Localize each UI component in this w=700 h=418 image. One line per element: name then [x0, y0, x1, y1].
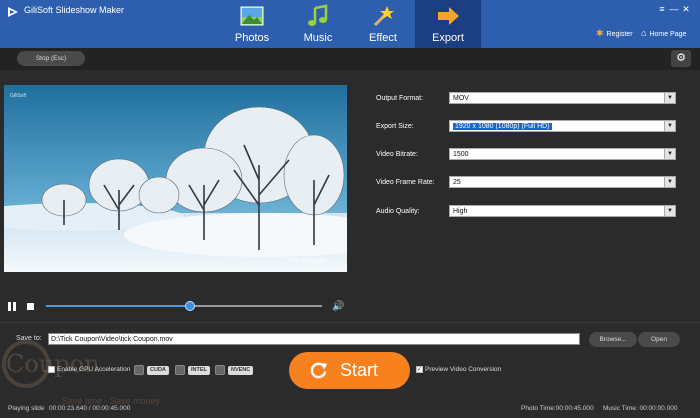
gpu-chip-icon — [175, 365, 185, 375]
open-button[interactable]: Open — [638, 332, 680, 347]
register-label: Register — [606, 31, 633, 38]
pause-icon[interactable] — [8, 302, 17, 311]
preview-conversion-checkbox[interactable]: ✓ Preview Video Conversion — [416, 366, 501, 373]
coupon-watermark: Coupon — [6, 350, 100, 378]
intel-badge: INTEL — [188, 366, 210, 375]
register-link[interactable]: ✱ Register — [596, 28, 633, 39]
playback-state: Playing slide — [8, 405, 45, 412]
music-note-icon — [308, 4, 328, 26]
tab-photos-label: Photos — [234, 32, 270, 44]
volume-icon[interactable]: 🔊 — [332, 301, 344, 312]
chevron-down-icon: ▼ — [664, 93, 675, 103]
output-format-value: MOV — [453, 95, 469, 102]
preview-conversion-label: Preview Video Conversion — [425, 366, 502, 374]
frame-rate-label: Video Frame Rate: — [376, 179, 435, 186]
app-title: GiliSoft Slideshow Maker — [24, 5, 125, 15]
key-icon: ✱ — [596, 28, 604, 38]
tab-effect[interactable]: Effect — [350, 0, 416, 48]
playback-time: 00:00:23.640 / 00:00:45.000 — [49, 405, 131, 412]
playback-handle[interactable] — [184, 301, 195, 311]
preview-logo: GiliSoft — [10, 93, 27, 99]
gpu-chip-icon — [215, 365, 225, 375]
chevron-down-icon: ▼ — [664, 177, 675, 187]
close-icon[interactable]: ✕ — [680, 4, 692, 15]
save-path-input[interactable]: D:\Tick Coupon\Video\tick Coupon.mov — [48, 333, 580, 345]
status-bar: Playing slide 00:00:23.640 / 00:00:45.00… — [0, 402, 700, 418]
save-to-label: Save to: — [16, 335, 42, 342]
gpu-acceleration-checkbox[interactable]: Enable GPU Acceleration — [48, 366, 130, 373]
browse-button[interactable]: Browse... — [589, 332, 637, 347]
photos-icon — [240, 6, 264, 26]
stop-button[interactable]: Stop (Esc) — [17, 51, 85, 66]
start-button[interactable]: Start — [289, 352, 410, 389]
checkbox-icon[interactable] — [48, 366, 55, 373]
start-label: Start — [340, 360, 379, 380]
tab-music[interactable]: Music — [285, 0, 351, 48]
refresh-icon — [310, 362, 328, 379]
preview-image — [4, 85, 347, 272]
home-page-label: Home Page — [649, 31, 687, 38]
tab-photos[interactable]: Photos — [219, 0, 285, 48]
audio-quality-select[interactable]: High ▼ — [449, 205, 676, 217]
output-format-label: Output Format: — [376, 95, 424, 102]
chevron-down-icon: ▼ — [664, 206, 675, 216]
app-logo-icon — [8, 7, 18, 17]
window-controls: ≡ — ✕ — [656, 4, 692, 15]
export-size-select[interactable]: 1920 x 1080 (1080p) (Full HD) ▼ — [449, 120, 676, 132]
gpu-acceleration-label: Enable GPU Acceleration — [57, 366, 131, 374]
preview-watermark: Tick Coupon — [287, 258, 327, 265]
export-size-label: Export Size: — [376, 123, 414, 130]
playback-progress — [46, 305, 190, 307]
toolbar — [0, 48, 700, 70]
chevron-down-icon: ▼ — [664, 149, 675, 159]
tab-music-label: Music — [303, 32, 333, 44]
gear-icon: ⚙ — [676, 52, 686, 64]
magic-wand-icon — [373, 6, 394, 27]
audio-quality-value: High — [453, 208, 468, 215]
arrow-right-icon — [438, 7, 459, 25]
cuda-badge: CUDA — [147, 366, 169, 375]
output-format-select[interactable]: MOV ▼ — [449, 92, 676, 104]
photo-time: Photo Time:00:00:45.000 — [521, 405, 594, 412]
export-size-value: 1920 x 1080 (1080p) (Full HD) — [453, 123, 552, 130]
playback-slider[interactable] — [46, 301, 322, 311]
stop-icon[interactable] — [27, 303, 34, 310]
minimize-icon[interactable]: — — [668, 4, 680, 14]
nvenc-badge: NVENC — [228, 366, 254, 375]
frame-rate-select[interactable]: 25 ▼ — [449, 176, 676, 188]
video-bitrate-label: Video Bitrate: — [376, 151, 418, 158]
audio-quality-label: Audio Quality: — [376, 208, 420, 215]
chevron-down-icon: ▼ — [664, 121, 675, 131]
home-page-link[interactable]: ⌂ Home Page — [641, 28, 686, 38]
tab-export-label: Export — [432, 32, 464, 44]
checkmark-icon[interactable]: ✓ — [416, 366, 423, 373]
gpu-chip-icon — [134, 365, 144, 375]
tab-export[interactable]: Export — [415, 0, 481, 48]
menu-icon[interactable]: ≡ — [656, 4, 668, 14]
tab-effect-label: Effect — [369, 32, 397, 44]
frame-rate-value: 25 — [453, 179, 461, 186]
video-bitrate-select[interactable]: 1500 ▼ — [449, 148, 676, 160]
video-bitrate-value: 1500 — [453, 151, 469, 158]
title-bar: GiliSoft Slideshow Maker Photos Music Ef… — [0, 0, 700, 48]
music-time: Music Time: 00:00:00.000 — [603, 405, 678, 412]
settings-button[interactable]: ⚙ — [671, 50, 691, 67]
home-icon: ⌂ — [641, 28, 647, 38]
